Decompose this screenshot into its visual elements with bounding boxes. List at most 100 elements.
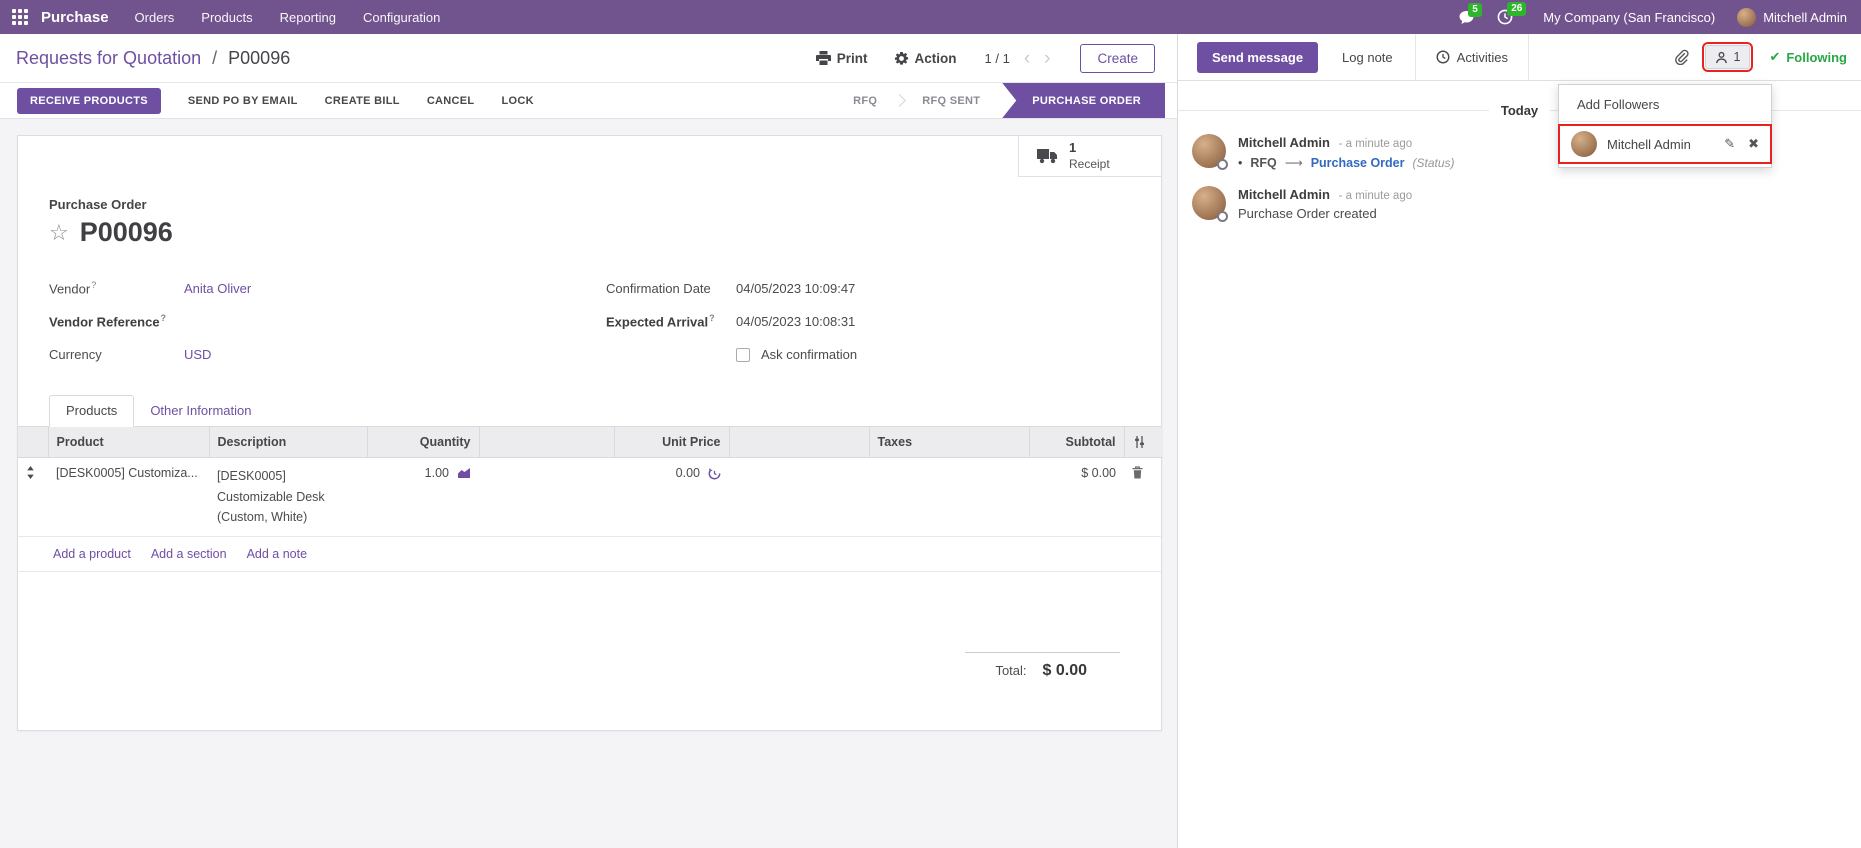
- fields-left: Vendor? Anita Oliver Vendor Reference? C…: [49, 272, 606, 371]
- subtotal-column-header[interactable]: Subtotal: [1028, 427, 1124, 458]
- form-column: Requests for Quotation / P00096 Print Ac…: [0, 34, 1177, 848]
- messages-button[interactable]: 5: [1458, 2, 1482, 25]
- cell-quantity[interactable]: 1.00: [367, 457, 479, 537]
- add-note-link[interactable]: Add a note: [247, 547, 307, 561]
- nav-menu-products[interactable]: Products: [201, 10, 252, 25]
- followers-button[interactable]: 1: [1702, 42, 1754, 72]
- nav-menu-configuration[interactable]: Configuration: [363, 10, 440, 25]
- user-menu[interactable]: Mitchell Admin: [1737, 7, 1847, 27]
- tab-other-information[interactable]: Other Information: [134, 396, 267, 426]
- tracking-new-value[interactable]: Purchase Order: [1311, 156, 1405, 170]
- expected-arrival-value[interactable]: 04/05/2023 10:08:31: [736, 314, 855, 329]
- unit-price-column-header[interactable]: Unit Price: [613, 427, 729, 458]
- table-header-row: Product Description Quantity Unit Price …: [18, 427, 1163, 458]
- vendor-reference-label: Vendor Reference: [49, 314, 160, 330]
- pager-previous-icon[interactable]: ‹: [1024, 49, 1030, 68]
- statusbar-separator: [893, 94, 907, 107]
- tracking-field-name: (Status): [1412, 155, 1455, 170]
- receive-products-button[interactable]: RECEIVE PRODUCTS: [17, 87, 161, 114]
- send-po-by-email-button[interactable]: SEND PO BY EMAIL: [188, 95, 298, 107]
- presence-indicator-icon: [1217, 159, 1228, 170]
- person-icon: [1716, 51, 1728, 63]
- receipt-label: Receipt: [1069, 156, 1110, 171]
- control-panel-actions: Print Action 1 / 1 ‹ › Create: [790, 43, 1155, 73]
- field-vendor-reference: Vendor Reference?: [49, 305, 606, 338]
- confirmation-date-label: Confirmation Date: [606, 281, 711, 296]
- followers-dropdown: Add Followers Mitchell Admin ✎ ✖: [1558, 84, 1772, 168]
- arrow-right-icon: ⟶: [1284, 156, 1303, 170]
- product-column-header[interactable]: Product: [47, 427, 209, 458]
- message-avatar[interactable]: [1192, 186, 1228, 222]
- message-author[interactable]: Mitchell Admin: [1238, 135, 1330, 150]
- vendor-value[interactable]: Anita Oliver: [184, 281, 251, 296]
- order-line-row[interactable]: [DESK0005] Customiza... [DESK0005] Custo…: [18, 457, 1163, 537]
- edit-follower-icon[interactable]: ✎: [1724, 136, 1735, 152]
- page-body: Requests for Quotation / P00096 Print Ac…: [0, 34, 1861, 848]
- lock-button[interactable]: LOCK: [501, 95, 533, 107]
- field-group: Vendor? Anita Oliver Vendor Reference? C…: [49, 272, 1122, 371]
- activities-tab[interactable]: Activities: [1414, 34, 1529, 80]
- taxes-column-header[interactable]: Taxes: [868, 427, 1029, 458]
- field-currency: Currency USD: [49, 338, 606, 371]
- help-icon: ?: [91, 280, 97, 291]
- cell-product[interactable]: [DESK0005] Customiza...: [48, 457, 209, 537]
- receipt-smart-button[interactable]: 1 Receipt: [1018, 136, 1161, 177]
- create-button[interactable]: Create: [1080, 43, 1155, 73]
- follower-name[interactable]: Mitchell Admin: [1607, 137, 1711, 152]
- ask-confirmation-checkbox[interactable]: [736, 347, 750, 362]
- price-history-icon[interactable]: [708, 467, 721, 480]
- field-vendor: Vendor? Anita Oliver: [49, 272, 606, 305]
- tab-products[interactable]: Products: [49, 395, 135, 427]
- cell-delete[interactable]: [1124, 457, 1163, 537]
- print-button[interactable]: Print: [815, 51, 868, 66]
- fields-right: Confirmation Date 04/05/2023 10:09:47 Ex…: [606, 272, 1122, 371]
- cancel-button[interactable]: CANCEL: [427, 95, 475, 107]
- pager-next-icon[interactable]: ›: [1044, 49, 1050, 68]
- apps-grid-icon[interactable]: [12, 9, 28, 25]
- forecast-chart-icon[interactable]: [457, 467, 471, 479]
- add-product-link[interactable]: Add a product: [53, 547, 131, 561]
- optional-columns-header[interactable]: [1123, 427, 1163, 458]
- sheet-body: Purchase Order ☆ P00096 Vendor? Anita Ol…: [18, 177, 1163, 730]
- notebook-tabs: Products Other Information: [18, 395, 1161, 427]
- control-panel: Requests for Quotation / P00096 Print Ac…: [0, 34, 1177, 82]
- company-switcher[interactable]: My Company (San Francisco): [1543, 10, 1715, 25]
- favorite-star-icon[interactable]: ☆: [49, 221, 69, 244]
- cell-unit-price[interactable]: 0.00: [614, 457, 729, 537]
- app-name[interactable]: Purchase: [41, 9, 109, 26]
- gear-icon: [894, 51, 908, 65]
- drag-handle[interactable]: [18, 457, 48, 537]
- remove-follower-icon[interactable]: ✖: [1748, 136, 1759, 152]
- help-icon: ?: [709, 313, 715, 324]
- title-row: ☆ P00096: [49, 217, 1122, 248]
- messages-badge: 5: [1468, 2, 1482, 17]
- message-avatar[interactable]: [1192, 134, 1228, 170]
- description-column-header[interactable]: Description: [208, 427, 367, 458]
- activities-button[interactable]: 26: [1497, 2, 1527, 25]
- nav-menu-reporting[interactable]: Reporting: [280, 10, 336, 25]
- currency-value[interactable]: USD: [184, 347, 211, 362]
- trash-icon[interactable]: [1132, 466, 1143, 479]
- message-author[interactable]: Mitchell Admin: [1238, 187, 1330, 202]
- user-name: Mitchell Admin: [1763, 9, 1847, 25]
- cell-description[interactable]: [DESK0005] Customizable Desk (Custom, Wh…: [209, 457, 367, 537]
- top-navbar: Purchase Orders Products Reporting Confi…: [0, 0, 1861, 34]
- quantity-column-header[interactable]: Quantity: [366, 427, 479, 458]
- stage-purchase-order[interactable]: PURCHASE ORDER: [1002, 83, 1165, 118]
- vendor-label: Vendor: [49, 281, 91, 297]
- following-button[interactable]: ✔ Following: [1769, 49, 1847, 65]
- breadcrumb-parent[interactable]: Requests for Quotation: [16, 48, 201, 68]
- stage-rfq[interactable]: RFQ: [837, 95, 893, 107]
- log-note-button[interactable]: Log note: [1342, 50, 1393, 65]
- cell-taxes[interactable]: [869, 457, 1029, 537]
- create-bill-button[interactable]: CREATE BILL: [325, 95, 400, 107]
- send-message-button[interactable]: Send message: [1197, 41, 1319, 73]
- action-button[interactable]: Action: [894, 51, 957, 66]
- attach-files-button[interactable]: [1673, 49, 1690, 65]
- printer-icon: [815, 51, 831, 65]
- nav-menu-orders[interactable]: Orders: [135, 10, 175, 25]
- add-section-link[interactable]: Add a section: [151, 547, 227, 561]
- follower-row[interactable]: Mitchell Admin ✎ ✖: [1558, 124, 1772, 164]
- stage-rfq-sent[interactable]: RFQ SENT: [906, 95, 996, 107]
- add-followers-item[interactable]: Add Followers: [1559, 89, 1771, 122]
